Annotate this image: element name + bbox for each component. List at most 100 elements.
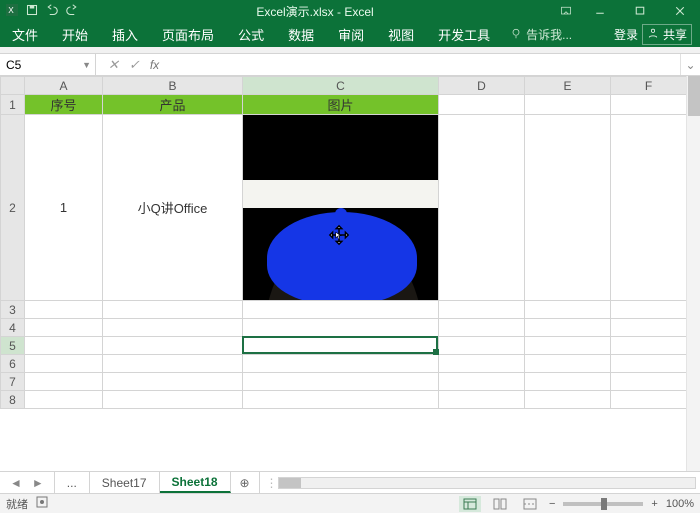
col-header-F[interactable]: F bbox=[611, 77, 687, 95]
sheet-tab-strip: ◄► ... Sheet17 Sheet18 ⊕ ⋮ bbox=[0, 471, 700, 493]
share-icon bbox=[647, 27, 659, 42]
tab-insert[interactable]: 插入 bbox=[100, 22, 150, 47]
undo-icon[interactable] bbox=[46, 4, 58, 19]
redo-icon[interactable] bbox=[66, 4, 78, 19]
sheet-nav-next-icon[interactable]: ► bbox=[32, 476, 44, 490]
formula-bar[interactable]: ✕ ✓ fx bbox=[96, 54, 680, 75]
vscroll-thumb[interactable] bbox=[688, 76, 700, 116]
window-title: Excel演示.xlsx - Excel bbox=[78, 3, 552, 20]
fx-icon[interactable]: fx bbox=[150, 58, 159, 72]
tab-formulas[interactable]: 公式 bbox=[226, 22, 276, 47]
row-1: 1 序号 产品 图片 bbox=[1, 95, 687, 115]
row-5: 5 bbox=[1, 337, 687, 355]
col-header-C[interactable]: C bbox=[243, 77, 439, 95]
row-header-2[interactable]: 2 bbox=[1, 115, 25, 301]
share-button[interactable]: 共享 bbox=[642, 24, 692, 45]
row-8: 8 bbox=[1, 391, 687, 409]
cancel-icon[interactable]: ✕ bbox=[108, 57, 119, 73]
col-header-E[interactable]: E bbox=[525, 77, 611, 95]
tell-me-box[interactable]: 告诉我... bbox=[502, 22, 606, 47]
cell-A1[interactable]: 序号 bbox=[25, 95, 103, 115]
zoom-level[interactable]: 100% bbox=[666, 498, 694, 510]
name-box-dropdown-icon[interactable]: ▼ bbox=[82, 60, 91, 70]
worksheet-area: A B C D E F 1 序号 产品 图片 2 1 小Q讲Office bbox=[0, 76, 700, 471]
sheet-tab-prev[interactable]: Sheet17 bbox=[90, 472, 160, 493]
row-header-3[interactable]: 3 bbox=[1, 301, 25, 319]
row-header-4[interactable]: 4 bbox=[1, 319, 25, 337]
row-header-7[interactable]: 7 bbox=[1, 373, 25, 391]
ribbon-options-icon[interactable] bbox=[552, 0, 580, 22]
save-icon[interactable] bbox=[26, 4, 38, 19]
cell-F2[interactable] bbox=[611, 115, 687, 301]
tab-view[interactable]: 视图 bbox=[376, 22, 426, 47]
cell-A2[interactable]: 1 bbox=[25, 115, 103, 301]
select-all-corner[interactable] bbox=[1, 77, 25, 95]
cell-B2[interactable]: 小Q讲Office bbox=[103, 115, 243, 301]
enter-icon[interactable]: ✓ bbox=[129, 57, 140, 73]
zoom-slider-knob[interactable] bbox=[601, 498, 607, 510]
tab-scroll-area: ⋮ bbox=[259, 472, 700, 493]
row-header-8[interactable]: 8 bbox=[1, 391, 25, 409]
cell-C1[interactable]: 图片 bbox=[243, 95, 439, 115]
tab-home[interactable]: 开始 bbox=[50, 22, 100, 47]
name-box[interactable]: C5 ▼ bbox=[0, 54, 96, 75]
excel-icon: X bbox=[6, 4, 18, 19]
sheet-nav-prev-icon[interactable]: ◄ bbox=[10, 476, 22, 490]
view-pagelayout-button[interactable] bbox=[489, 496, 511, 512]
col-header-D[interactable]: D bbox=[439, 77, 525, 95]
col-header-B[interactable]: B bbox=[103, 77, 243, 95]
ribbon-band-collapsed bbox=[0, 47, 700, 54]
row-4: 4 bbox=[1, 319, 687, 337]
horizontal-scrollbar[interactable] bbox=[278, 477, 696, 489]
cell-C2-image[interactable] bbox=[243, 115, 439, 301]
minimize-button[interactable] bbox=[580, 0, 620, 22]
login-link[interactable]: 登录 bbox=[614, 26, 638, 43]
zoom-slider[interactable] bbox=[563, 502, 643, 506]
col-header-A[interactable]: A bbox=[25, 77, 103, 95]
share-label: 共享 bbox=[663, 26, 687, 43]
status-ready: 就绪 bbox=[6, 496, 28, 512]
sheet-tab-more[interactable]: ... bbox=[55, 472, 90, 493]
sheet-nav-arrows[interactable]: ◄► bbox=[0, 472, 55, 493]
tab-pagelayout[interactable]: 页面布局 bbox=[150, 22, 226, 47]
zoom-in-button[interactable]: + bbox=[651, 498, 657, 510]
tab-file[interactable]: 文件 bbox=[0, 22, 50, 47]
row-6: 6 bbox=[1, 355, 687, 373]
title-bar: X Excel演示.xlsx - Excel bbox=[0, 0, 700, 22]
cell-E1[interactable] bbox=[525, 95, 611, 115]
vertical-scrollbar[interactable] bbox=[686, 76, 700, 471]
view-pagebreak-button[interactable] bbox=[519, 496, 541, 512]
cell-F1[interactable] bbox=[611, 95, 687, 115]
svg-text:X: X bbox=[8, 6, 14, 15]
new-sheet-button[interactable]: ⊕ bbox=[231, 472, 259, 493]
name-box-value: C5 bbox=[6, 58, 21, 72]
sheet-tab-active[interactable]: Sheet18 bbox=[160, 472, 231, 493]
hscroll-thumb[interactable] bbox=[279, 478, 301, 488]
ribbon-tabs: 文件 开始 插入 页面布局 公式 数据 审阅 视图 开发工具 告诉我... 登录… bbox=[0, 22, 700, 47]
cell-D2[interactable] bbox=[439, 115, 525, 301]
macro-record-icon[interactable] bbox=[36, 496, 48, 511]
cell-grid[interactable]: A B C D E F 1 序号 产品 图片 2 1 小Q讲Office bbox=[0, 76, 687, 409]
tab-split-handle[interactable]: ⋮ bbox=[266, 476, 278, 490]
cell-C5[interactable] bbox=[243, 337, 439, 355]
status-bar: 就绪 − + 100% bbox=[0, 493, 700, 513]
window-buttons bbox=[552, 0, 700, 22]
column-headers: A B C D E F bbox=[1, 77, 687, 95]
view-normal-button[interactable] bbox=[459, 496, 481, 512]
tab-review[interactable]: 审阅 bbox=[326, 22, 376, 47]
cell-D1[interactable] bbox=[439, 95, 525, 115]
account-share-area: 登录 共享 bbox=[606, 22, 700, 47]
formula-bar-expand-icon[interactable]: ⌄ bbox=[680, 54, 700, 75]
tab-developer[interactable]: 开发工具 bbox=[426, 22, 502, 47]
tab-data[interactable]: 数据 bbox=[276, 22, 326, 47]
cell-E2[interactable] bbox=[525, 115, 611, 301]
cell-B1[interactable]: 产品 bbox=[103, 95, 243, 115]
tell-me-label: 告诉我... bbox=[526, 26, 572, 43]
maximize-button[interactable] bbox=[620, 0, 660, 22]
row-header-5[interactable]: 5 bbox=[1, 337, 25, 355]
row-header-1[interactable]: 1 bbox=[1, 95, 25, 115]
row-header-6[interactable]: 6 bbox=[1, 355, 25, 373]
close-button[interactable] bbox=[660, 0, 700, 22]
row-7: 7 bbox=[1, 373, 687, 391]
zoom-out-button[interactable]: − bbox=[549, 498, 555, 510]
